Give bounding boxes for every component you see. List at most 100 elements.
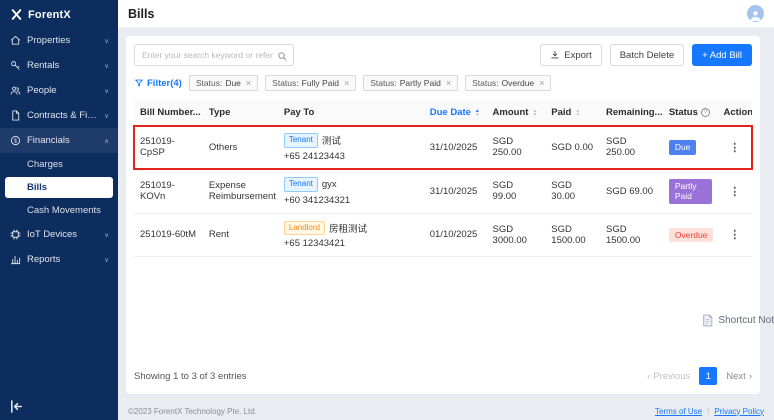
sidebar-item-rentals[interactable]: Rentals ∨ bbox=[0, 53, 118, 78]
remaining: SGD 250.00 bbox=[606, 136, 635, 158]
topbar: Bills bbox=[118, 0, 774, 28]
due-date: 31/10/2025 bbox=[430, 142, 478, 153]
close-icon[interactable]: × bbox=[446, 79, 451, 88]
batch-delete-button[interactable]: Batch Delete bbox=[610, 44, 684, 66]
key-icon bbox=[10, 60, 21, 71]
app-logo: ForentX bbox=[0, 0, 118, 28]
column-header[interactable]: Type bbox=[203, 100, 278, 126]
download-icon bbox=[550, 50, 560, 60]
column-header[interactable]: Paid ▲▼ bbox=[545, 100, 600, 126]
payee-name: 房租测试 bbox=[329, 221, 367, 235]
more-actions-button[interactable]: ⋮ bbox=[729, 186, 740, 198]
filter-tag: Status:Overdue× bbox=[465, 75, 551, 91]
column-header[interactable]: Pay To bbox=[278, 100, 424, 126]
column-header[interactable]: Actions bbox=[718, 100, 752, 126]
collapse-arrow-icon bbox=[9, 399, 24, 414]
collapse-sidebar-button[interactable] bbox=[9, 399, 24, 414]
filter-tag: Status:Due× bbox=[189, 75, 258, 91]
sidebar-item-reports[interactable]: Reports ∨ bbox=[0, 247, 118, 272]
chevron-left-icon: ‹ bbox=[647, 371, 650, 382]
sidebar-subitem-cash-movements[interactable]: Cash Movements bbox=[0, 199, 118, 222]
chart-icon bbox=[10, 254, 21, 265]
table-row[interactable]: 251019-KOVn Expense Reimbursement Tenant… bbox=[134, 169, 752, 213]
chevron-down-icon: ∨ bbox=[104, 231, 109, 239]
previous-page-button[interactable]: ‹ Previous bbox=[647, 371, 690, 382]
sort-icon: ▲▼ bbox=[575, 109, 580, 117]
export-button[interactable]: Export bbox=[540, 44, 601, 66]
home-icon bbox=[10, 35, 21, 46]
column-header[interactable]: Status ? bbox=[663, 100, 718, 126]
sidebar-item-iot-devices[interactable]: IoT Devices ∨ bbox=[0, 222, 118, 247]
page-footer: ©2023 ForentX Technology Pte. Ltd. Terms… bbox=[118, 402, 774, 420]
table-toolbar: Export Batch Delete + Add Bill bbox=[134, 44, 752, 66]
amount: SGD 3000.00 bbox=[493, 224, 527, 246]
footer-links: Terms of Use | Privacy Policy bbox=[655, 407, 764, 416]
sidebar-subitem-charges[interactable]: Charges bbox=[0, 153, 118, 176]
sidebar-item-contracts-files[interactable]: Contracts & Files ∨ bbox=[0, 103, 118, 128]
chevron-down-icon: ∨ bbox=[104, 256, 109, 264]
filter-row: Filter(4) Status:Due× Status:Fully Paid×… bbox=[134, 75, 752, 91]
chevron-down-icon: ∨ bbox=[104, 62, 109, 70]
payee-name: gyx bbox=[322, 179, 337, 190]
close-icon[interactable]: × bbox=[344, 79, 349, 88]
shortcut-note-icon bbox=[701, 314, 714, 327]
bill-number: 251019-60tM bbox=[140, 229, 196, 240]
column-header[interactable]: Bill Number... ▲▼ bbox=[134, 100, 203, 126]
status-badge: Due bbox=[669, 140, 697, 155]
table-row[interactable]: 251019-60tM Rent Landlord 房租测试 +65 12343… bbox=[134, 213, 752, 257]
bills-card: Export Batch Delete + Add Bill Filter(4)… bbox=[126, 36, 760, 394]
dollar-icon: $ bbox=[10, 135, 21, 146]
payee-phone: +65 24123443 bbox=[284, 151, 418, 162]
payee-phone: +65 12343421 bbox=[284, 238, 418, 249]
search-input[interactable] bbox=[134, 44, 294, 66]
sidebar-subitem-bills[interactable]: Bills bbox=[5, 177, 113, 198]
payee-tag: Tenant bbox=[284, 133, 318, 148]
shortcut-note-widget[interactable]: Shortcut Not bbox=[701, 314, 774, 327]
privacy-policy-link[interactable]: Privacy Policy bbox=[714, 407, 764, 416]
status-badge: Overdue bbox=[669, 228, 714, 243]
funnel-icon bbox=[134, 78, 144, 88]
sidebar-item-properties[interactable]: Properties ∨ bbox=[0, 28, 118, 53]
people-icon bbox=[10, 85, 21, 96]
filter-tags: Status:Due× Status:Fully Paid× Status:Pa… bbox=[189, 75, 552, 91]
sort-icon: ▲▼ bbox=[475, 109, 480, 117]
financials-submenu: Charges Bills Cash Movements bbox=[0, 153, 118, 222]
terms-of-use-link[interactable]: Terms of Use bbox=[655, 407, 702, 416]
sidebar-item-people[interactable]: People ∨ bbox=[0, 78, 118, 103]
add-bill-button[interactable]: + Add Bill bbox=[692, 44, 752, 66]
column-header[interactable]: Remaining... ▲▼ bbox=[600, 100, 663, 126]
brand-name: ForentX bbox=[28, 9, 71, 21]
bill-type: Rent bbox=[209, 229, 229, 240]
bills-table: Bill Number... ▲▼ Type Pay To Due Date ▲… bbox=[134, 100, 752, 257]
copyright-text: ©2023 ForentX Technology Pte. Ltd. bbox=[128, 407, 257, 416]
more-actions-button[interactable]: ⋮ bbox=[729, 229, 740, 241]
table-footer: Showing 1 to 3 of 3 entries ‹ Previous 1… bbox=[134, 367, 752, 385]
page-1-button[interactable]: 1 bbox=[699, 367, 717, 385]
filter-button[interactable]: Filter(4) bbox=[134, 78, 182, 89]
shortcut-note-label: Shortcut Not bbox=[718, 315, 774, 326]
chevron-up-icon: ∧ bbox=[104, 137, 109, 145]
app-screen: ForentX Properties ∨ Rentals ∨ People ∨ … bbox=[0, 0, 774, 420]
paid: SGD 1500.00 bbox=[551, 224, 585, 246]
close-icon[interactable]: × bbox=[246, 79, 251, 88]
sidebar-item-financials[interactable]: $ Financials ∧ bbox=[0, 128, 118, 153]
document-icon bbox=[10, 110, 21, 121]
chevron-down-icon: ∨ bbox=[104, 37, 109, 45]
more-actions-button[interactable]: ⋮ bbox=[729, 142, 740, 154]
bill-type: Expense Reimbursement bbox=[209, 180, 276, 202]
next-page-button[interactable]: Next › bbox=[726, 371, 752, 382]
close-icon[interactable]: × bbox=[539, 79, 544, 88]
status-badge: Partly Paid bbox=[669, 179, 712, 204]
user-avatar[interactable] bbox=[747, 5, 764, 22]
table-header-row: Bill Number... ▲▼ Type Pay To Due Date ▲… bbox=[134, 100, 752, 126]
search-icon[interactable] bbox=[277, 49, 288, 60]
table-row[interactable]: 251019-CpSP Others Tenant 测试 +65 2412344… bbox=[134, 126, 752, 170]
remaining: SGD 1500.00 bbox=[606, 224, 640, 246]
due-date: 31/10/2025 bbox=[430, 186, 478, 197]
svg-text:$: $ bbox=[14, 139, 17, 145]
due-date: 01/10/2025 bbox=[430, 229, 478, 240]
chip-icon bbox=[10, 229, 21, 240]
column-header[interactable]: Amount ▲▼ bbox=[487, 100, 546, 126]
bill-number: 251019-CpSP bbox=[140, 136, 175, 158]
column-header[interactable]: Due Date ▲▼ bbox=[424, 100, 487, 126]
